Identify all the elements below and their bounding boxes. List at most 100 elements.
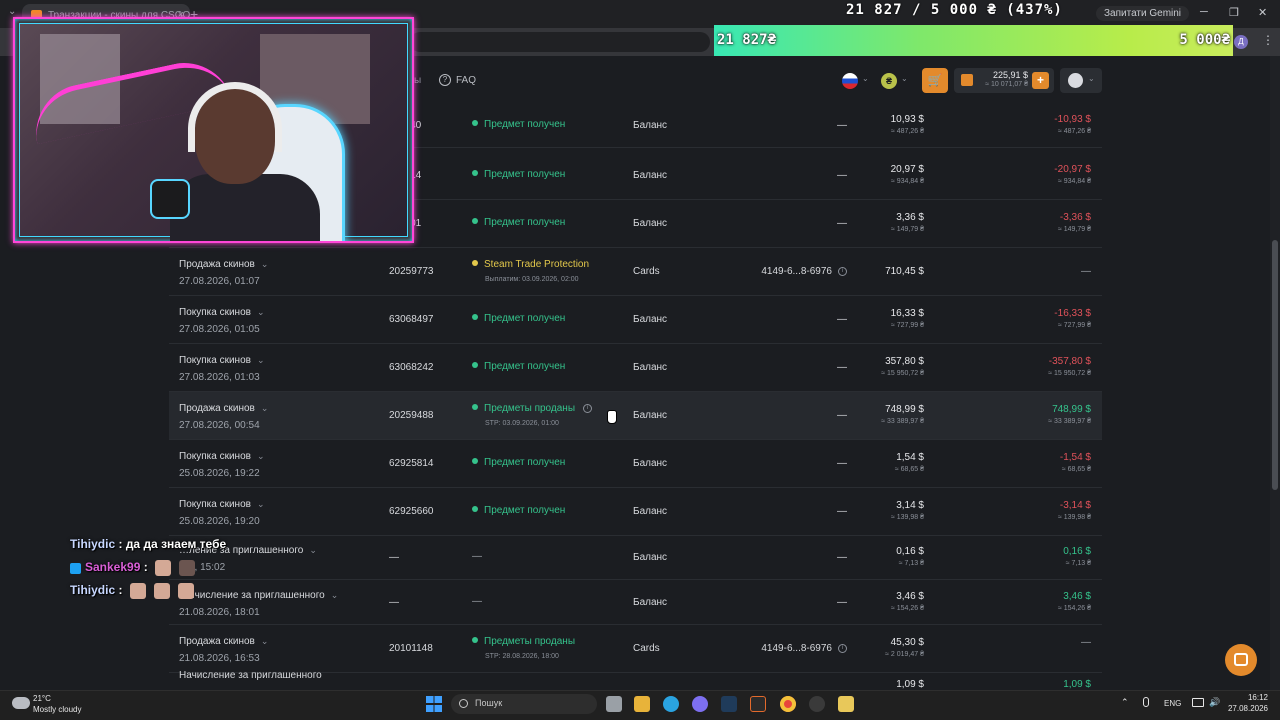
status-dot-icon [472, 120, 478, 127]
amount-converted: ≈ 487,26 ₴ [890, 128, 924, 135]
chevron-down-icon[interactable]: ⌄ [331, 590, 339, 600]
weather-description[interactable]: Mostly cloudy [33, 705, 81, 714]
faq-link[interactable]: ? FAQ [439, 74, 476, 86]
chat-username: Tihiydic [70, 537, 116, 551]
transaction-type-label: Продажа скинов [179, 403, 255, 414]
payment-method: Баланс [633, 120, 668, 131]
start-button[interactable] [426, 696, 442, 712]
steam-icon[interactable] [721, 696, 737, 712]
chrome-icon[interactable] [780, 696, 796, 712]
cart-button[interactable]: 🛒 [922, 68, 948, 93]
transaction-amount: 10,93 $ [890, 114, 924, 125]
support-chat-button[interactable] [1225, 644, 1257, 676]
table-row[interactable]: …ление за приглашенного ⌄ 2…, 15:02— — Балан… [169, 536, 1102, 580]
chevron-down-icon[interactable]: ⌄ [901, 74, 908, 83]
browser-profile-avatar[interactable]: Д [1234, 35, 1248, 49]
maximize-icon[interactable]: ❐ [1229, 6, 1239, 19]
tray-overflow-icon[interactable]: ⌃ [1121, 697, 1129, 708]
gemini-button[interactable]: Запитати Gemini [1096, 6, 1190, 21]
transaction-amount: 3,36 $ [896, 212, 924, 223]
chevron-down-icon[interactable]: ⌄ [261, 403, 269, 413]
chevron-down-icon[interactable]: ⌄ [257, 499, 265, 509]
cloud-icon[interactable] [12, 697, 30, 709]
transaction-date: 21.08.2026, 18:01 [179, 606, 260, 618]
transaction-status: Предмет получен [472, 505, 565, 516]
transaction-type[interactable]: Покупка скинов ⌄ [179, 307, 265, 318]
chevron-down-icon[interactable]: ⌄ [257, 307, 265, 317]
app-icon[interactable] [838, 696, 854, 712]
weather-temperature[interactable]: 21°C [33, 694, 51, 703]
transaction-date: 25.08.2026, 19:20 [179, 516, 260, 527]
network-icon[interactable] [1192, 698, 1204, 707]
transaction-type[interactable]: Покупка скинов ⌄ [179, 499, 265, 510]
transaction-status: Предмет получен [472, 457, 565, 468]
status-label: — [472, 551, 482, 562]
telegram-icon[interactable] [663, 696, 679, 712]
taskbar-search-placeholder: Пошук [475, 698, 503, 708]
info-icon[interactable]: i [583, 403, 593, 413]
transaction-type[interactable]: Покупка скинов ⌄ [179, 355, 265, 366]
tab-search-icon[interactable]: ⌄ [8, 6, 16, 17]
balance-change: -357,80 $ [1048, 356, 1091, 367]
transaction-type[interactable]: Продажа скинов ⌄ [179, 403, 268, 414]
profile-menu-button[interactable]: ⌄ [1060, 68, 1102, 93]
clock-time[interactable]: 16:12 [1226, 693, 1268, 702]
table-row[interactable]: …ичисление за приглашенного ⌄ 21.08.2026, … [169, 580, 1102, 625]
status-detail: STP: 03.09.2026, 01:00 [485, 420, 559, 427]
chevron-down-icon[interactable]: ⌄ [257, 355, 265, 365]
chevron-down-icon[interactable]: ⌄ [309, 545, 317, 555]
table-row[interactable]: Покупка скинов ⌄ 27.08.2026, 01:05 63068497… [169, 296, 1102, 344]
chevron-down-icon[interactable]: ⌄ [257, 451, 265, 461]
transaction-amount: 1,09 $ [896, 679, 924, 690]
status-label: — [472, 595, 482, 607]
obs-icon[interactable] [809, 696, 825, 712]
table-row[interactable]: Продажа скинов ⌄ 21.08.2026, 16:53 20101148… [169, 625, 1102, 673]
table-row[interactable]: Покупка скинов ⌄ 25.08.2026, 19:20 62925660… [169, 488, 1102, 536]
browser-menu-icon[interactable]: ⋮ [1262, 33, 1274, 47]
table-row[interactable]: Продажа скинов ⌄ 27.08.2026, 01:07 20259773… [169, 248, 1102, 296]
add-funds-button[interactable]: + [1032, 72, 1049, 89]
minimize-icon[interactable]: ─ [1200, 6, 1208, 18]
transaction-id: 62925814 [389, 458, 434, 469]
status-label: Предметы проданы [484, 403, 576, 414]
chevron-down-icon[interactable]: ⌄ [261, 636, 269, 646]
clock-date[interactable]: 27.08.2026 [1218, 704, 1268, 713]
microphone-tray-icon[interactable] [1143, 697, 1149, 707]
change-converted: ≈ 15 950,72 ₴ [1048, 370, 1091, 377]
chevron-down-icon[interactable]: ⌄ [862, 74, 869, 83]
transaction-type[interactable]: …ичисление за приглашенного ⌄ [179, 590, 338, 601]
transaction-type[interactable]: Продажа скинов ⌄ [179, 636, 268, 647]
language-flag-icon[interactable] [842, 73, 858, 89]
streamer-body [170, 174, 320, 241]
transaction-status: Предмет получен [472, 313, 565, 324]
transaction-amount: 3,14 $ [896, 500, 924, 511]
discord-icon[interactable] [692, 696, 708, 712]
table-row[interactable]: Покупка скинов ⌄ 25.08.2026, 19:22 62925814… [169, 440, 1102, 488]
amount-converted: ≈ 934,84 ₴ [890, 178, 924, 185]
window-close-icon[interactable]: ✕ [1258, 6, 1267, 19]
amount-converted: ≈ 727,99 ₴ [890, 322, 924, 329]
transaction-date: 27.08.2026, 01:07 [179, 276, 260, 287]
file-explorer-icon[interactable] [634, 696, 650, 712]
language-indicator[interactable]: ENG [1164, 699, 1181, 708]
transaction-type[interactable]: Начисление за приглашенного [179, 670, 322, 681]
change-converted: ≈ 68,65 ₴ [1061, 466, 1091, 473]
transaction-type[interactable]: Продажа скинов ⌄ [179, 259, 268, 270]
table-row[interactable]: Продажа скинов ⌄ 27.08.2026, 00:54 20259488… [169, 392, 1102, 440]
amount-converted: ≈ 2 019,47 ₴ [885, 651, 924, 658]
transaction-type[interactable]: Покупка скинов ⌄ [179, 451, 265, 462]
chat-message: Tihiydic : да да знаем тебе [70, 537, 226, 551]
chevron-down-icon[interactable]: ⌄ [261, 259, 269, 269]
scrollbar-thumb[interactable] [1272, 240, 1278, 490]
balance-amount: 225,91 $ [992, 70, 1028, 80]
search-icon [459, 699, 468, 708]
donation-goal-text: 21 827 / 5 000 ₴ (437%) [846, 2, 1063, 18]
amount-converted: ≈ 7,13 ₴ [898, 560, 924, 567]
table-row[interactable]: Покупка скинов ⌄ 27.08.2026, 01:03 63068242… [169, 344, 1102, 392]
taskbar-search[interactable]: Пошук [451, 694, 597, 714]
nav-item-partial[interactable]: ы [414, 75, 421, 86]
streaming-app-icon[interactable] [750, 696, 766, 712]
task-view-icon[interactable] [606, 696, 622, 712]
address-bar[interactable] [410, 32, 710, 52]
currency-icon[interactable]: ₴ [881, 73, 897, 89]
